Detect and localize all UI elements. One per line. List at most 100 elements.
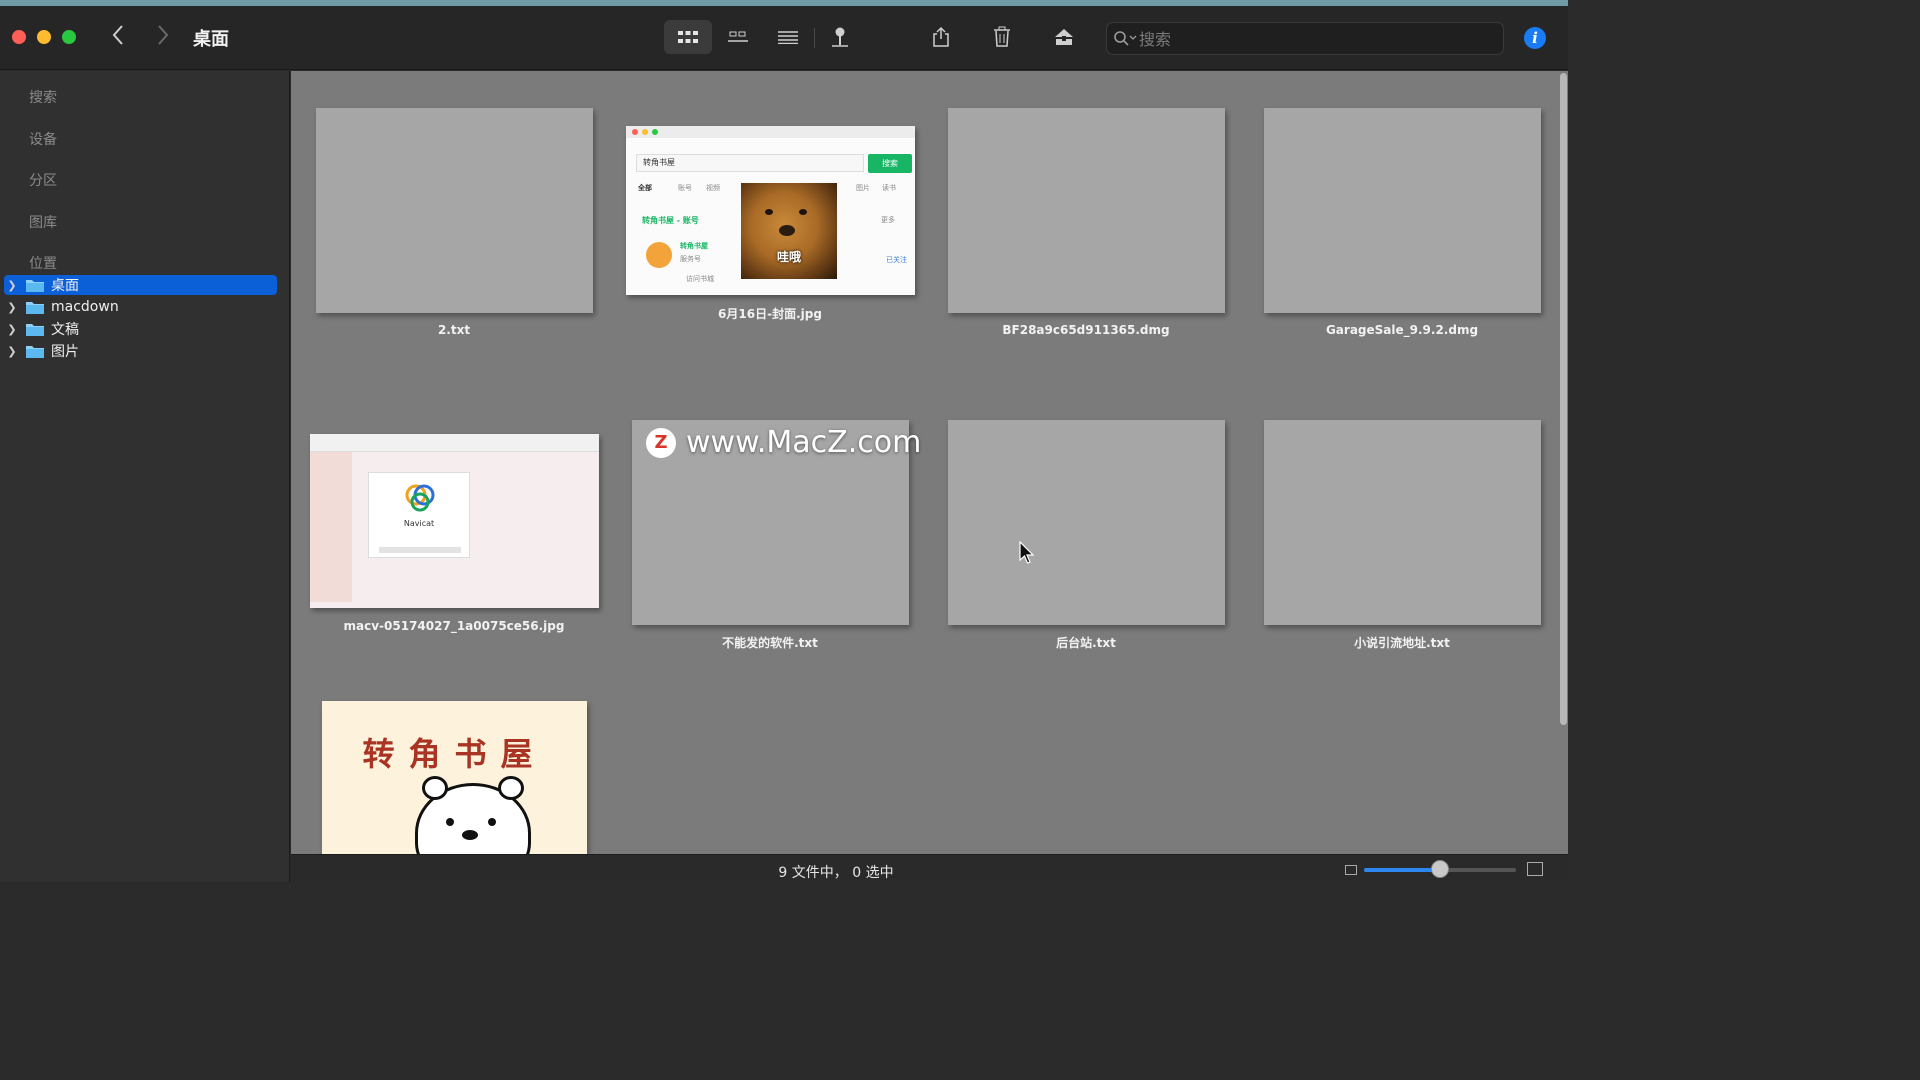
disclosure-chevron-icon[interactable]: ❯	[5, 301, 19, 314]
thumbnail-search-field: 转角书屋	[636, 154, 864, 172]
slider-fill	[1364, 868, 1440, 872]
share-button[interactable]	[917, 20, 965, 54]
toolbar-separator	[814, 28, 815, 48]
window-title: 桌面	[193, 29, 229, 50]
file-thumbnail-cover-jpg[interactable]: 转角书屋 搜索 全部 账号 视频 图片 读书 转角书屋 - 账号 更多 转角书屋…	[626, 126, 915, 295]
sidebar-item-label: macdown	[51, 299, 119, 315]
file-name[interactable]: GarageSale_9.9.2.dmg	[1252, 323, 1552, 337]
sidebar-item-label: 文稿	[51, 322, 79, 338]
forward-button[interactable]	[151, 24, 175, 52]
thumbnail-account-type: 服务号	[680, 255, 701, 263]
file-name[interactable]: BF28a9c65d911365.dmg	[936, 323, 1236, 337]
close-window-button[interactable]	[12, 30, 26, 44]
toolbar: 桌面 搜索 i	[0, 6, 1568, 70]
bear-ear	[498, 776, 524, 800]
sidebar-item-label: 桌面	[51, 278, 79, 294]
file-thumbnail-novel-txt[interactable]	[1264, 420, 1541, 625]
large-icon-size-icon	[1527, 862, 1543, 876]
share-icon	[933, 26, 949, 47]
file-name[interactable]: 后台站.txt	[936, 634, 1236, 651]
sidebar-item-label: 图片	[51, 344, 79, 360]
small-icon-size-icon	[1345, 865, 1357, 875]
macz-logo: Z	[646, 427, 676, 458]
thumbnail-toolbar	[310, 434, 599, 452]
search-input[interactable]	[1139, 27, 1489, 51]
info-button[interactable]: i	[1524, 27, 1546, 49]
chevron-left-icon	[112, 25, 123, 45]
sidebar-item-macdown[interactable]: ❯ macdown	[4, 297, 277, 317]
sidebar-section-devices[interactable]: 设备	[29, 129, 57, 149]
search-field[interactable]	[1106, 22, 1504, 55]
thumbnail-tab: 账号	[678, 184, 692, 192]
file-name[interactable]: 6月16日-封面.jpg	[620, 305, 920, 322]
back-button[interactable]	[106, 24, 130, 52]
info-icon: i	[1532, 29, 1538, 47]
dog-nose	[779, 225, 795, 236]
bear-eye	[488, 818, 496, 826]
dog-eye	[765, 209, 773, 215]
thumbnail-account-name: 转角书屋	[680, 242, 708, 250]
minimize-window-button[interactable]	[37, 30, 51, 44]
red-dot	[632, 129, 638, 135]
file-thumbnail-backend-txt[interactable]	[948, 420, 1225, 625]
file-name[interactable]: 2.txt	[304, 323, 604, 337]
thumbnail-tab: 全部	[638, 184, 652, 192]
navicat-logo-icon	[405, 484, 435, 512]
file-name[interactable]: 不能发的软件.txt	[620, 634, 920, 651]
thumbnail-visit: 访问书城	[686, 275, 714, 283]
green-dot	[652, 129, 658, 135]
gallery-view-button[interactable]	[714, 20, 762, 54]
icon-view-button[interactable]	[664, 20, 712, 54]
zoom-window-button[interactable]	[62, 30, 76, 44]
file-thumbnail-bookshop-image[interactable]: 转角书屋	[322, 701, 587, 854]
trash-icon	[994, 26, 1010, 47]
pin-icon	[832, 27, 848, 47]
eject-button[interactable]	[1040, 20, 1088, 54]
sidebar-section-library[interactable]: 图库	[29, 212, 57, 232]
disclosure-chevron-icon[interactable]: ❯	[5, 345, 19, 358]
status-bar: 9 文件中， 0 选中	[291, 854, 1568, 882]
file-thumbnail-bf28-dmg[interactable]	[948, 108, 1225, 313]
trash-button[interactable]	[978, 20, 1026, 54]
sidebar-section-search[interactable]: 搜索	[29, 87, 57, 107]
watermark-text: www.MacZ.com	[686, 425, 922, 460]
sidebar-item-pictures[interactable]: ❯ 图片	[4, 341, 277, 361]
meme-caption: 哇哦	[776, 250, 801, 264]
thumbnail-followed: 已关注	[886, 256, 907, 264]
bear-eye	[446, 818, 454, 826]
thumbnail-search-button: 搜索	[868, 154, 912, 173]
sidebar-item-documents[interactable]: ❯ 文稿	[4, 319, 277, 339]
navicat-card: Navicat	[368, 472, 470, 558]
folder-icon	[26, 324, 44, 336]
bear-nose	[462, 830, 478, 840]
scrollbar-thumb[interactable]	[1560, 73, 1567, 725]
search-icon	[1114, 31, 1137, 46]
file-name[interactable]: 小说引流地址.txt	[1252, 634, 1552, 651]
file-thumbnail-2-txt[interactable]	[316, 108, 593, 313]
yellow-dot	[642, 129, 648, 135]
folder-icon	[26, 302, 44, 314]
slider-knob[interactable]	[1431, 860, 1449, 878]
list-icon	[778, 31, 798, 44]
account-avatar	[646, 242, 672, 268]
thumbnail-sidepanel	[310, 452, 352, 602]
pin-button[interactable]	[816, 20, 864, 54]
grid-icon	[678, 31, 698, 43]
sidebar: 搜索 设备 分区 图库 位置 ❯ 桌面 ❯ macdown ❯ 文稿 ❯ 图片	[0, 71, 290, 882]
file-name[interactable]: macv-05174027_1a0075ce56.jpg	[304, 619, 604, 633]
eject-icon	[1055, 29, 1073, 45]
icon-strip	[379, 547, 461, 553]
item-count-status: 9 文件中， 0 选中	[778, 865, 894, 881]
sidebar-section-partitions[interactable]: 分区	[29, 170, 57, 190]
disclosure-chevron-icon[interactable]: ❯	[5, 323, 19, 336]
chevron-right-icon	[158, 25, 169, 45]
disclosure-chevron-icon[interactable]: ❯	[5, 279, 19, 292]
sidebar-section-locations[interactable]: 位置	[29, 253, 57, 273]
list-view-button[interactable]	[764, 20, 812, 54]
sidebar-item-desktop[interactable]: ❯ 桌面	[4, 275, 277, 295]
file-thumbnail-navicat-jpg[interactable]: Navicat	[310, 434, 599, 608]
file-thumbnail-garagesale-dmg[interactable]	[1264, 108, 1541, 313]
bear-illustration	[415, 776, 531, 854]
thumbnail-more: 更多	[881, 216, 895, 224]
gallery-icon	[728, 31, 748, 42]
